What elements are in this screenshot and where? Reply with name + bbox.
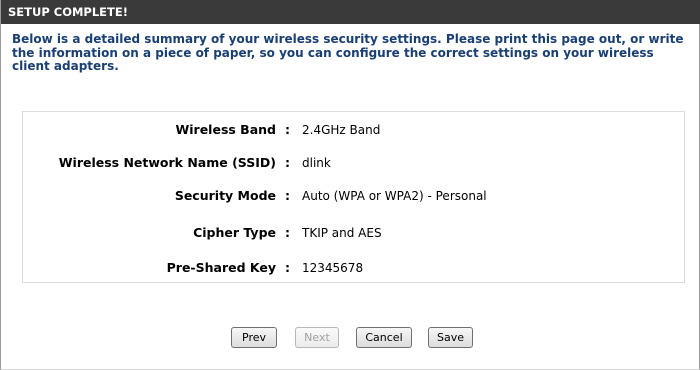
- cancel-button[interactable]: Cancel: [356, 327, 412, 348]
- next-button: Next: [295, 327, 339, 348]
- intro-text: Below is a detailed summary of your wire…: [12, 32, 684, 73]
- summary-label: Cipher Type: [193, 225, 276, 240]
- summary-separator: :: [285, 225, 290, 240]
- summary-row-ssid: Wireless Network Name (SSID) : dlink: [23, 153, 684, 173]
- wizard-buttons: Prev Next Cancel Save: [1, 327, 699, 349]
- summary-label: Security Mode: [174, 188, 276, 203]
- summary-value: 2.4GHz Band: [302, 123, 381, 137]
- summary-row-cipher-type: Cipher Type : TKIP and AES: [23, 223, 684, 243]
- summary-label: Pre-Shared Key: [166, 260, 276, 275]
- summary-separator: :: [285, 260, 290, 275]
- summary-row-security-mode: Security Mode : Auto (WPA or WPA2) - Per…: [23, 186, 684, 206]
- wizard-panel: SETUP COMPLETE! Below is a detailed summ…: [0, 0, 700, 370]
- summary-value: 12345678: [302, 261, 364, 275]
- summary-label: Wireless Network Name (SSID): [58, 155, 276, 170]
- summary-value: TKIP and AES: [302, 226, 382, 240]
- summary-separator: :: [285, 122, 290, 137]
- summary-value: dlink: [302, 156, 331, 170]
- save-button[interactable]: Save: [428, 327, 473, 348]
- summary-value: Auto (WPA or WPA2) - Personal: [302, 189, 487, 203]
- summary-row-pre-shared-key: Pre-Shared Key : 12345678: [23, 258, 684, 278]
- summary-separator: :: [285, 155, 290, 170]
- prev-button[interactable]: Prev: [231, 327, 277, 348]
- panel-title: SETUP COMPLETE!: [1, 0, 700, 24]
- summary-separator: :: [285, 188, 290, 203]
- summary-row-wireless-band: Wireless Band : 2.4GHz Band: [23, 120, 684, 140]
- summary-label: Wireless Band: [175, 122, 276, 137]
- settings-summary: Wireless Band : 2.4GHz Band Wireless Net…: [22, 111, 685, 283]
